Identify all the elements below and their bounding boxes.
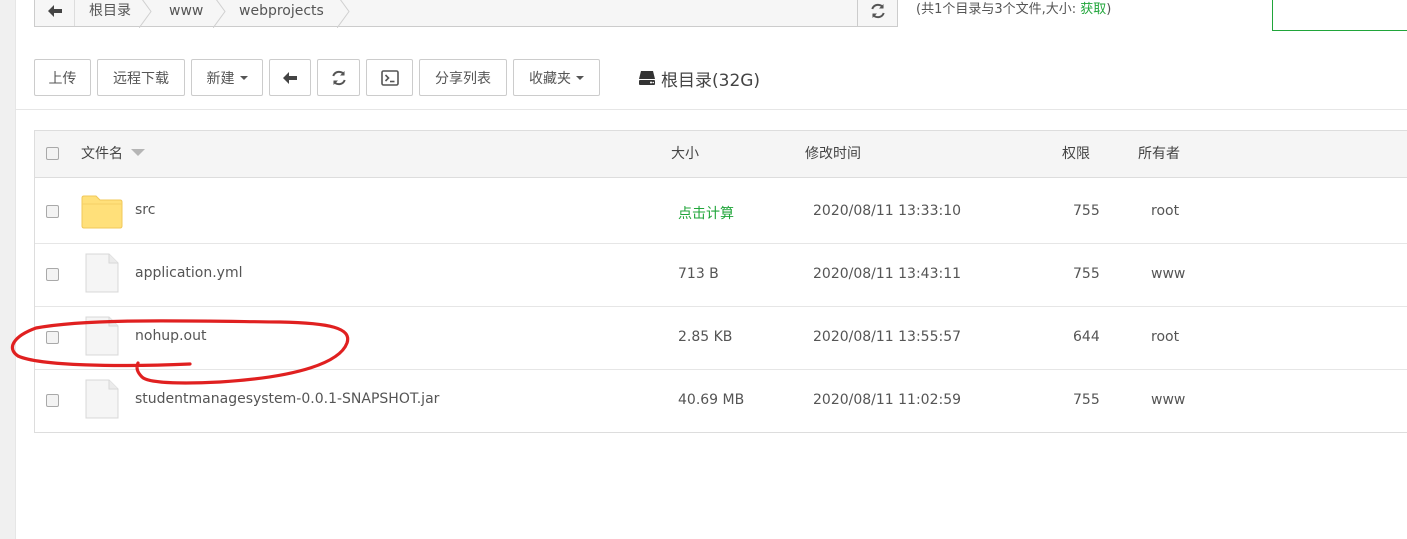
favorites-dropdown-button[interactable]: 收藏夹 (513, 59, 600, 96)
disk-indicator[interactable]: 根目录(32G) (638, 66, 761, 91)
upload-label: 上传 (48, 70, 77, 87)
owner: www (1151, 392, 1186, 408)
breadcrumb-separator (213, 0, 226, 28)
file-size: 40.69 MB (678, 392, 745, 408)
table-row[interactable]: application.yml 713 B 2020/08/11 13:43:1… (35, 244, 1407, 307)
column-header-name-label: 文件名 (81, 146, 123, 162)
permission[interactable]: 755 (1073, 392, 1100, 408)
file-size: 2.85 KB (678, 329, 733, 345)
modified-time: 2020/08/11 13:33:10 (813, 203, 962, 219)
disk-label-text: 根目录(32G) (661, 70, 761, 91)
path-back-button[interactable] (35, 0, 75, 26)
left-sidebar-strip (0, 0, 16, 539)
file-name[interactable]: application.yml (135, 265, 243, 281)
breadcrumb-webprojects[interactable]: webprojects (239, 0, 324, 26)
terminal-button[interactable] (366, 59, 413, 96)
refresh-icon (331, 70, 346, 85)
arrow-left-icon (283, 71, 297, 84)
owner: www (1151, 266, 1186, 282)
file-name[interactable]: nohup.out (135, 328, 206, 344)
breadcrumb-separator (337, 0, 350, 28)
hdd-icon (639, 71, 655, 85)
summary-suffix: ) (1106, 2, 1112, 17)
sort-desc-icon (131, 148, 145, 156)
row-checkbox[interactable] (46, 331, 59, 344)
file-icon (85, 379, 119, 419)
table-row[interactable]: studentmanagesystem-0.0.1-SNAPSHOT.jar 4… (35, 370, 1407, 433)
upload-button[interactable]: 上传 (34, 59, 91, 96)
row-checkbox[interactable] (46, 394, 59, 407)
permission[interactable]: 644 (1073, 329, 1100, 345)
permission[interactable]: 755 (1073, 266, 1100, 282)
remote-download-button[interactable]: 远程下载 (97, 59, 185, 96)
directory-summary: (共1个目录与3个文件,大小: 获取) (916, 0, 1111, 20)
arrow-left-icon (47, 4, 62, 17)
column-header-size[interactable]: 大小 (671, 131, 699, 177)
modified-time: 2020/08/11 13:43:11 (813, 266, 962, 282)
column-header-permission[interactable]: 权限 (1062, 131, 1090, 177)
column-header-name[interactable]: 文件名 (81, 131, 145, 177)
path-refresh-button[interactable] (857, 0, 897, 26)
table-row[interactable]: nohup.out 2.85 KB 2020/08/11 13:55:57 64… (35, 307, 1407, 370)
terminal-icon (380, 69, 399, 86)
favorites-label: 收藏夹 (529, 70, 571, 87)
path-bar: 根目录 www webprojects (34, 0, 898, 28)
file-icon (85, 253, 119, 293)
breadcrumb-www[interactable]: www (169, 0, 203, 26)
row-checkbox[interactable] (46, 205, 59, 218)
select-all-checkbox[interactable] (46, 147, 59, 160)
summary-prefix: (共1个目录与3个文件,大小: (916, 2, 1081, 17)
folder-icon (81, 195, 123, 229)
refresh-icon (870, 3, 885, 18)
modified-time: 2020/08/11 11:02:59 (813, 392, 962, 408)
table-row[interactable]: src 点击计算 2020/08/11 13:33:10 755 root (35, 181, 1407, 244)
search-input[interactable] (1272, 0, 1407, 31)
file-name[interactable]: src (135, 202, 155, 218)
row-checkbox[interactable] (46, 268, 59, 281)
file-size: 713 B (678, 266, 719, 282)
share-list-label: 分享列表 (435, 70, 491, 87)
breadcrumb-separator (139, 0, 152, 28)
chevron-down-icon (239, 75, 248, 80)
breadcrumb-root[interactable]: 根目录 (89, 0, 131, 26)
back-button[interactable] (269, 59, 311, 96)
permission[interactable]: 755 (1073, 203, 1100, 219)
file-table: 文件名 大小 修改时间 权限 所有者 src 点击计算 2020/08/11 1… (34, 130, 1407, 433)
calculate-size-link[interactable]: 点击计算 (678, 203, 734, 223)
column-header-owner[interactable]: 所有者 (1138, 131, 1180, 177)
owner: root (1151, 203, 1180, 219)
modified-time: 2020/08/11 13:55:57 (813, 329, 962, 345)
remote-download-label: 远程下载 (113, 70, 169, 87)
table-header: 文件名 大小 修改时间 权限 所有者 (35, 131, 1407, 178)
chevron-down-icon (576, 75, 584, 80)
share-list-button[interactable]: 分享列表 (419, 59, 507, 96)
owner: root (1151, 329, 1180, 345)
new-label: 新建 (206, 70, 235, 87)
file-icon (85, 316, 119, 356)
get-size-link[interactable]: 获取 (1080, 2, 1106, 17)
column-header-modified[interactable]: 修改时间 (805, 131, 861, 177)
file-name[interactable]: studentmanagesystem-0.0.1-SNAPSHOT.jar (135, 391, 439, 407)
refresh-button[interactable] (317, 59, 360, 96)
toolbar-divider (16, 109, 1407, 110)
new-dropdown-button[interactable]: 新建 (191, 59, 263, 96)
